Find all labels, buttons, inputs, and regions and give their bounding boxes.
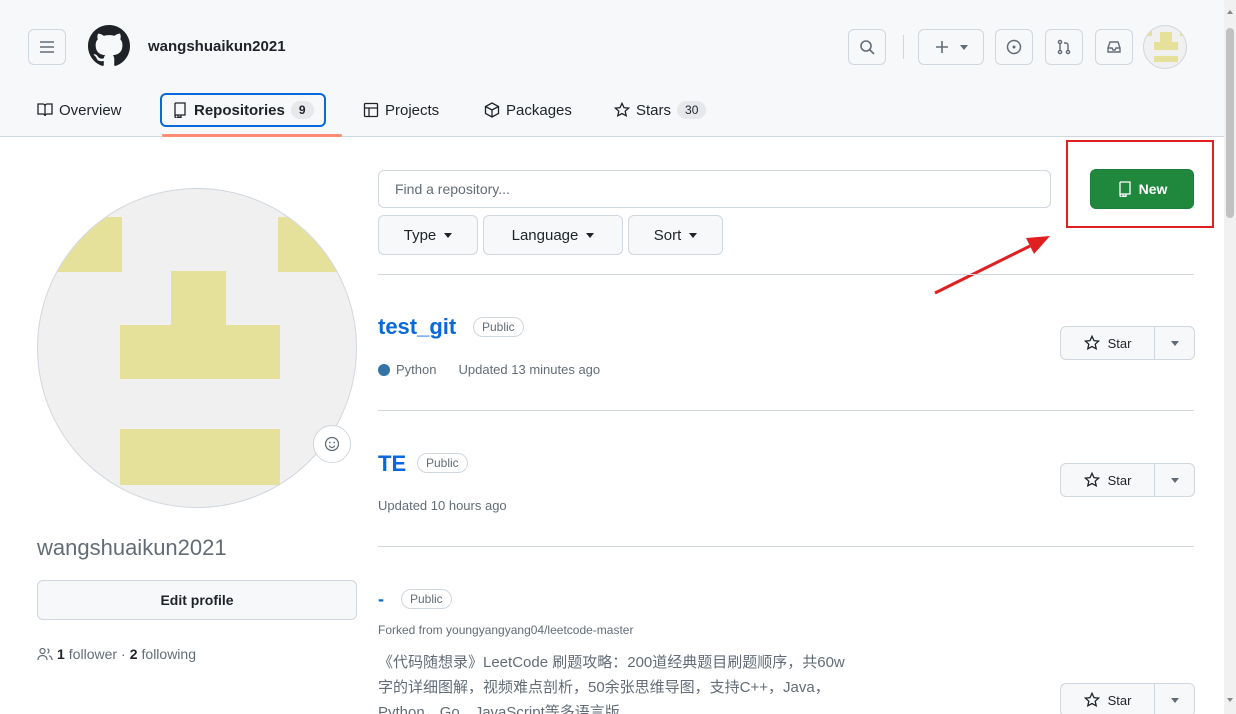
star-list-dropdown[interactable]	[1155, 327, 1194, 359]
plus-icon	[936, 41, 948, 53]
inbox-button[interactable]	[1095, 29, 1133, 65]
star-button-group: Star	[1060, 463, 1195, 497]
tab-stars[interactable]: Stars 30	[614, 90, 707, 130]
search-button[interactable]	[848, 29, 886, 65]
chevron-down-icon	[1170, 477, 1179, 483]
repo-updated: Updated 10 hours ago	[378, 498, 507, 513]
repo-icon	[174, 102, 186, 118]
pull-requests-button[interactable]	[1045, 29, 1083, 65]
star-button[interactable]: Star	[1061, 684, 1155, 714]
chevron-down-icon	[1170, 340, 1179, 346]
star-label: Star	[1107, 472, 1132, 488]
tab-overview[interactable]: Overview	[37, 90, 122, 130]
active-tab-underline	[162, 134, 342, 137]
sort-filter-button[interactable]: Sort	[628, 215, 723, 255]
edit-profile-button[interactable]: Edit profile	[37, 580, 357, 620]
list-divider	[378, 274, 1194, 275]
repo-updated: Updated 13 minutes ago	[458, 362, 601, 377]
repo-name-link[interactable]: test_git	[378, 314, 456, 340]
follow-separator: ·	[121, 646, 126, 662]
follow-stats: 1 follower · 2 following	[37, 646, 196, 662]
repositories-count: 9	[290, 101, 314, 119]
book-icon	[37, 103, 53, 117]
forked-from[interactable]: Forked from youngyangyang04/leetcode-mas…	[378, 623, 633, 637]
star-list-dropdown[interactable]	[1155, 464, 1194, 496]
star-icon	[614, 102, 630, 118]
user-avatar[interactable]	[1143, 25, 1187, 69]
search-icon	[860, 40, 875, 55]
star-icon	[1083, 472, 1100, 488]
menu-button[interactable]	[28, 29, 66, 65]
tab-packages[interactable]: Packages	[484, 90, 572, 130]
scrollbar-thumb[interactable]	[1226, 28, 1234, 218]
create-new-button[interactable]	[918, 29, 984, 65]
star-button-group: Star	[1060, 326, 1195, 360]
header-divider	[903, 35, 904, 59]
star-button-group: Star	[1060, 683, 1195, 714]
tab-stars-label: Stars	[636, 101, 672, 119]
list-divider	[378, 410, 1194, 411]
table-icon	[363, 102, 379, 118]
star-button[interactable]: Star	[1061, 327, 1155, 359]
chevron-down-icon	[444, 232, 453, 238]
repo-name-link[interactable]: TE	[378, 451, 406, 477]
star-icon	[1083, 335, 1100, 351]
following-label[interactable]: following	[142, 646, 196, 662]
tab-projects[interactable]: Projects	[363, 90, 439, 130]
star-list-dropdown[interactable]	[1155, 684, 1194, 714]
language-filter-label: Language	[511, 226, 579, 244]
chevron-down-icon	[1170, 697, 1179, 703]
star-label: Star	[1107, 692, 1132, 708]
issues-button[interactable]	[995, 29, 1033, 65]
language-color-dot	[378, 363, 390, 376]
tab-repositories-label: Repositories	[194, 101, 285, 119]
type-filter-label: Type	[403, 226, 437, 244]
vertical-scrollbar[interactable]	[1224, 0, 1236, 714]
chevron-down-icon	[586, 232, 595, 238]
hamburger-icon	[40, 41, 54, 53]
type-filter-button[interactable]: Type	[378, 215, 478, 255]
scroll-up-arrow-icon[interactable]	[1227, 10, 1233, 14]
stars-count: 30	[677, 101, 707, 119]
annotation-highlight-box	[1066, 140, 1214, 228]
github-logo-icon[interactable]	[88, 25, 130, 67]
package-icon	[484, 102, 500, 118]
star-icon	[1083, 692, 1100, 708]
star-button[interactable]: Star	[1061, 464, 1155, 496]
followers-label[interactable]: follower	[69, 646, 117, 662]
header-username[interactable]: wangshuaikun2021	[148, 38, 286, 55]
visibility-badge: Public	[401, 589, 452, 609]
tab-packages-label: Packages	[506, 101, 572, 119]
repo-meta: Python Updated 13 minutes ago	[378, 362, 600, 377]
repo-meta: Updated 10 hours ago	[378, 498, 507, 513]
profile-username: wangshuaikun2021	[37, 535, 227, 560]
chevron-down-icon	[960, 44, 968, 50]
language-filter-button[interactable]: Language	[483, 215, 623, 255]
followers-count[interactable]: 1	[57, 646, 65, 662]
star-label: Star	[1107, 335, 1132, 351]
tab-overview-label: Overview	[59, 101, 122, 119]
repo-language: Python	[396, 362, 437, 377]
inbox-icon	[1107, 41, 1121, 53]
following-count[interactable]: 2	[130, 646, 138, 662]
issue-icon	[1006, 39, 1022, 55]
smiley-icon	[324, 436, 340, 452]
tab-projects-label: Projects	[385, 101, 440, 119]
annotation-arrow	[934, 236, 1050, 295]
visibility-badge: Public	[417, 453, 468, 473]
sort-filter-label: Sort	[653, 226, 682, 244]
tab-repositories[interactable]: Repositories 9	[160, 93, 326, 127]
people-icon	[37, 647, 53, 661]
list-divider	[378, 546, 1194, 547]
repo-name-link[interactable]: -	[378, 589, 384, 610]
page-header: wangshuaikun2021 Overview Repositories 9	[0, 0, 1224, 137]
profile-avatar	[37, 188, 357, 508]
find-repository-input[interactable]	[378, 170, 1051, 208]
scroll-down-arrow-icon[interactable]	[1227, 698, 1233, 702]
pull-request-icon	[1057, 39, 1071, 55]
set-status-button[interactable]	[313, 425, 351, 463]
repo-description: 《代码随想录》LeetCode 刷题攻略：200道经典题目刷题顺序，共60w字的…	[378, 654, 845, 714]
chevron-down-icon	[689, 232, 698, 238]
visibility-badge: Public	[473, 317, 524, 337]
